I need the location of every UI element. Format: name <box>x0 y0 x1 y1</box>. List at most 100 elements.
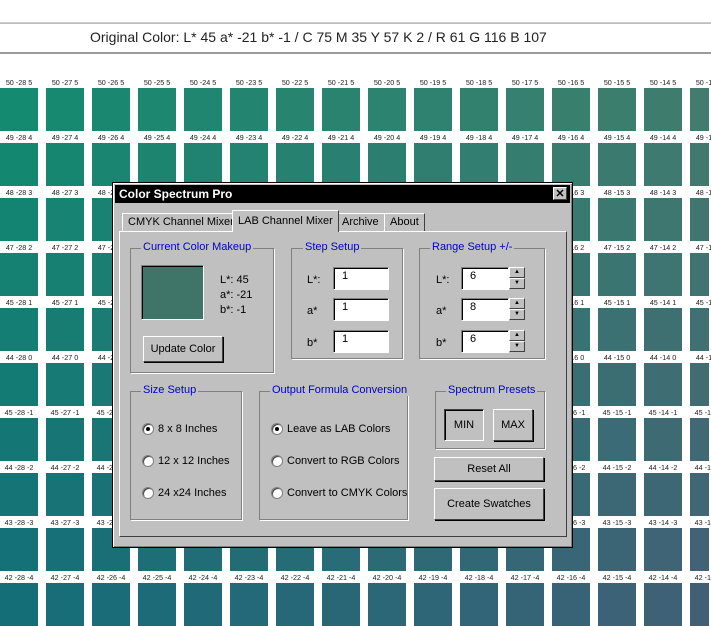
range-b-input[interactable]: 6 <box>461 330 509 353</box>
swatch <box>506 88 544 131</box>
swatch-cell: 44 -13 0 <box>690 353 711 406</box>
spin-up-icon[interactable]: ▲ <box>509 267 525 278</box>
tab-lab-channel-mixer[interactable]: LAB Channel Mixer <box>232 210 339 232</box>
range-l-spinner[interactable]: ▲ ▼ <box>509 267 525 290</box>
swatch-cell: 42 -23 -4 <box>230 573 276 626</box>
swatch-label: 43 -14 -3 <box>648 518 678 527</box>
range-a-spinner[interactable]: ▲ ▼ <box>509 298 525 321</box>
swatch-cell: 44 -14 -2 <box>644 463 690 516</box>
swatch-cell: 48 -28 3 <box>0 188 46 241</box>
swatch-cell: 49 -13 4 <box>690 133 711 186</box>
size-12x12-radio[interactable] <box>142 455 154 467</box>
swatch <box>690 198 709 241</box>
size-12x12-label[interactable]: 12 x 12 Inches <box>158 455 230 467</box>
swatch <box>276 583 314 626</box>
swatch <box>184 88 222 131</box>
swatch <box>230 143 268 186</box>
output-cmyk-label[interactable]: Convert to CMYK Colors <box>287 487 407 499</box>
swatch <box>322 143 360 186</box>
swatch-label: 42 -22 -4 <box>280 573 310 582</box>
swatch-label: 45 -13 -1 <box>694 408 711 417</box>
swatch-cell: 42 -25 -4 <box>138 573 184 626</box>
spin-down-icon[interactable]: ▼ <box>509 309 525 320</box>
swatch-cell: 44 -15 -2 <box>598 463 644 516</box>
range-setup-legend: Range Setup +/- <box>430 241 515 253</box>
step-l-label: L*: <box>307 274 321 286</box>
size-8x8-radio[interactable] <box>142 423 154 435</box>
swatch <box>690 418 709 461</box>
swatch-label: 47 -13 2 <box>695 243 711 252</box>
output-rgb-label[interactable]: Convert to RGB Colors <box>287 455 399 467</box>
spin-up-icon[interactable]: ▲ <box>509 298 525 309</box>
swatch <box>644 143 682 186</box>
swatch-label: 50 -14 5 <box>649 78 677 87</box>
max-preset-button[interactable]: MAX <box>493 409 533 441</box>
swatch-cell: 43 -27 -3 <box>46 518 92 571</box>
close-icon[interactable]: ✕ <box>553 187 567 200</box>
swatch-label: 48 -27 3 <box>51 188 79 197</box>
tab-about[interactable]: About <box>384 213 425 231</box>
size-8x8-label[interactable]: 8 x 8 Inches <box>158 423 217 435</box>
swatch <box>368 88 406 131</box>
swatch <box>0 473 38 516</box>
swatch-label: 50 -17 5 <box>511 78 539 87</box>
step-b-input[interactable]: 1 <box>333 330 389 353</box>
swatch-label: 50 -28 5 <box>5 78 33 87</box>
dialog-titlebar[interactable]: Color Spectrum Pro ✕ <box>115 185 570 203</box>
swatch-cell: 49 -23 4 <box>230 133 276 186</box>
swatch-label: 50 -13 5 <box>695 78 711 87</box>
swatch-label: 43 -13 -3 <box>694 518 711 527</box>
swatch-label: 43 -28 -3 <box>4 518 34 527</box>
swatch-label: 50 -21 5 <box>327 78 355 87</box>
spin-up-icon[interactable]: ▲ <box>509 330 525 341</box>
swatch-label: 45 -28 -1 <box>4 408 34 417</box>
create-swatches-button[interactable]: Create Swatches <box>434 488 544 520</box>
swatch <box>644 528 682 571</box>
size-24x24-label[interactable]: 24 x24 Inches <box>158 487 227 499</box>
min-preset-button[interactable]: MIN <box>444 409 484 441</box>
swatch-label: 47 -27 2 <box>51 243 79 252</box>
output-lab-label[interactable]: Leave as LAB Colors <box>287 423 390 435</box>
swatch-cell: 43 -28 -3 <box>0 518 46 571</box>
swatch <box>598 253 636 296</box>
swatch <box>552 583 590 626</box>
swatch-label: 47 -14 2 <box>649 243 677 252</box>
swatch-cell: 44 -14 0 <box>644 353 690 406</box>
output-lab-radio[interactable] <box>271 423 283 435</box>
swatch-cell: 48 -14 3 <box>644 188 690 241</box>
update-color-button[interactable]: Update Color <box>143 336 223 362</box>
spin-down-icon[interactable]: ▼ <box>509 341 525 352</box>
step-l-input[interactable]: 1 <box>333 267 389 290</box>
swatch <box>552 88 590 131</box>
range-l-input[interactable]: 6 <box>461 267 509 290</box>
size-24x24-radio[interactable] <box>142 487 154 499</box>
swatch-cell: 42 -20 -4 <box>368 573 414 626</box>
swatch-label: 42 -15 -4 <box>602 573 632 582</box>
swatch-cell: 44 -28 0 <box>0 353 46 406</box>
swatch-cell: 42 -22 -4 <box>276 573 322 626</box>
range-a-input[interactable]: 8 <box>461 298 509 321</box>
tab-archive[interactable]: Archive <box>336 213 385 231</box>
spin-down-icon[interactable]: ▼ <box>509 278 525 289</box>
swatch-label: 49 -16 4 <box>557 133 585 142</box>
swatch-cell: 47 -27 2 <box>46 243 92 296</box>
swatch <box>46 198 84 241</box>
swatch-label: 43 -15 -3 <box>602 518 632 527</box>
output-cmyk-radio[interactable] <box>271 487 283 499</box>
swatch-cell: 45 -13 1 <box>690 298 711 351</box>
swatch <box>46 88 84 131</box>
swatch <box>0 308 38 351</box>
range-l-label: L*: <box>436 274 450 286</box>
tab-cmyk-channel-mixer[interactable]: CMYK Channel Mixer <box>122 213 240 231</box>
swatch <box>690 88 709 131</box>
swatch <box>46 143 84 186</box>
swatch-label: 45 -27 1 <box>51 298 79 307</box>
output-rgb-radio[interactable] <box>271 455 283 467</box>
reset-all-button[interactable]: Reset All <box>434 457 544 481</box>
swatch-cell: 49 -19 4 <box>414 133 460 186</box>
step-a-input[interactable]: 1 <box>333 298 389 321</box>
swatch <box>690 363 709 406</box>
range-b-spinner[interactable]: ▲ ▼ <box>509 330 525 353</box>
swatch <box>46 418 84 461</box>
swatch <box>46 583 84 626</box>
